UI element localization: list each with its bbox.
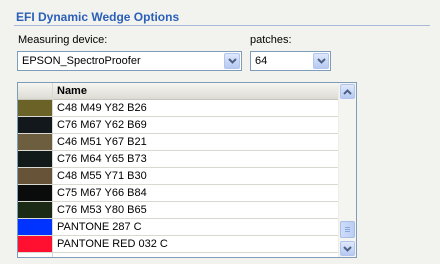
color-name: C48 M55 Y71 B30 xyxy=(57,170,147,182)
color-name: C76 M64 Y65 B73 xyxy=(57,153,147,165)
table-row[interactable]: C76 M67 Y62 B69 xyxy=(18,117,338,134)
swatch-column-header[interactable] xyxy=(18,83,53,99)
color-swatch xyxy=(18,202,52,218)
color-name: PANTONE 287 C xyxy=(57,221,142,233)
table-row[interactable]: C76 M64 Y65 B73 xyxy=(18,151,338,168)
grip-line xyxy=(345,227,350,228)
color-swatch xyxy=(18,134,52,150)
chevron-up-icon xyxy=(343,88,352,95)
color-name: C76 M53 Y80 B65 xyxy=(57,204,147,216)
chevron-down-icon xyxy=(316,58,326,64)
color-list[interactable]: Name C48 M49 Y82 B26 C76 M67 Y62 B69 C46 M… xyxy=(17,82,357,258)
grip-line xyxy=(345,229,350,230)
color-name: PANTONE RED 032 C xyxy=(57,238,168,250)
group-divider xyxy=(14,25,430,26)
measuring-device-select[interactable]: EPSON_SpectroProofer xyxy=(17,51,242,71)
color-name: C48 M49 Y82 B26 xyxy=(57,102,147,114)
measuring-device-label: Measuring device: xyxy=(18,34,108,46)
scroll-thumb[interactable] xyxy=(340,221,355,238)
table-row[interactable]: C75 M67 Y66 B84 xyxy=(18,185,338,202)
chevron-down-icon xyxy=(227,58,237,64)
color-name: C76 M67 Y62 B69 xyxy=(57,119,147,131)
color-swatch xyxy=(18,117,52,133)
color-swatch xyxy=(18,219,52,235)
table-row[interactable]: PANTONE 287 C xyxy=(18,219,338,236)
group-title: EFI Dynamic Wedge Options xyxy=(16,10,180,24)
color-swatch xyxy=(18,168,52,184)
scroll-up-button[interactable] xyxy=(340,84,355,99)
patches-label: patches: xyxy=(250,34,292,46)
color-swatch xyxy=(18,151,52,167)
measuring-device-value: EPSON_SpectroProofer xyxy=(22,55,141,67)
list-header: Name xyxy=(18,83,338,100)
color-name: C75 M67 Y66 B84 xyxy=(57,187,147,199)
patches-value: 64 xyxy=(255,55,268,67)
table-row[interactable]: C48 M49 Y82 B26 xyxy=(18,100,338,117)
table-row[interactable]: PANTONE RED 032 C xyxy=(18,236,338,253)
patches-dropdown-button[interactable] xyxy=(313,53,329,69)
vertical-scrollbar[interactable] xyxy=(338,83,356,257)
measuring-device-dropdown-button[interactable] xyxy=(224,53,240,69)
table-row[interactable]: C46 M51 Y67 B21 xyxy=(18,134,338,151)
chevron-down-icon xyxy=(343,245,352,252)
scroll-down-button[interactable] xyxy=(340,241,355,256)
name-column-header[interactable]: Name xyxy=(57,85,87,97)
table-row[interactable]: C48 M55 Y71 B30 xyxy=(18,168,338,185)
patches-select[interactable]: 64 xyxy=(250,51,331,71)
table-row[interactable]: C76 M53 Y80 B65 xyxy=(18,202,338,219)
color-name: C46 M51 Y67 B21 xyxy=(57,136,147,148)
color-swatch xyxy=(18,185,52,201)
color-swatch xyxy=(18,236,52,252)
grip-line xyxy=(345,231,350,232)
color-swatch xyxy=(18,100,52,116)
